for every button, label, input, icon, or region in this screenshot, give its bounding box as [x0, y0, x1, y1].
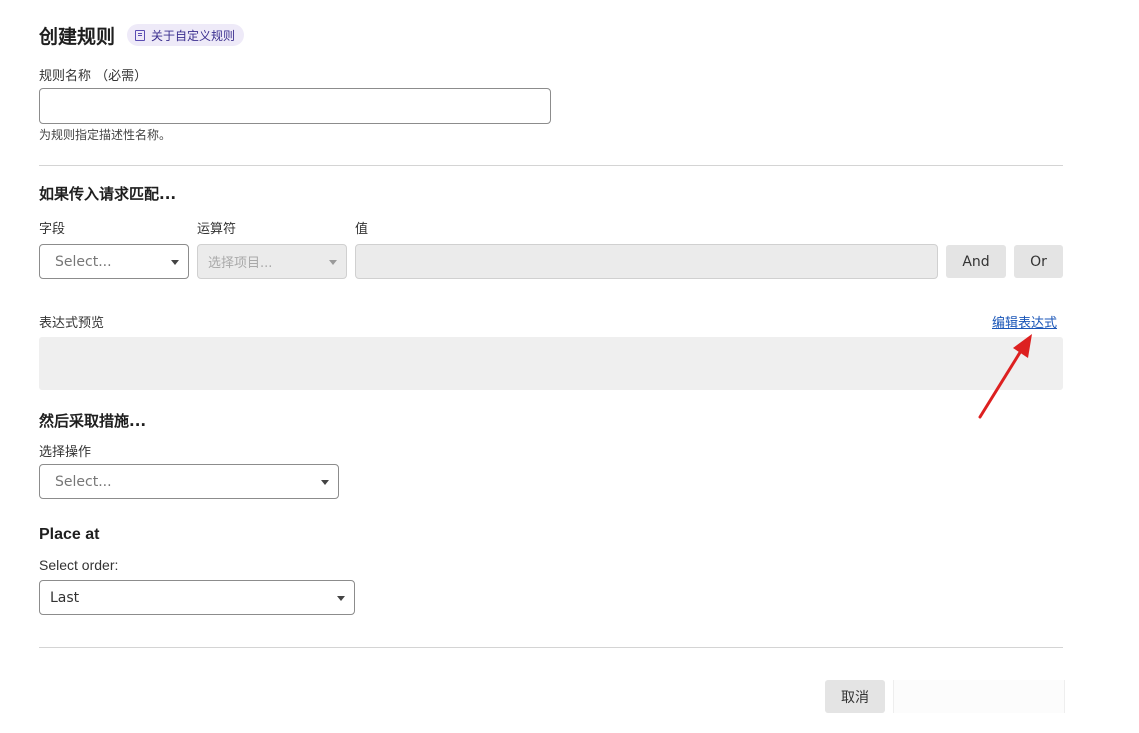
order-select-value: Last [50, 589, 80, 606]
value-label: 值 [355, 222, 369, 237]
divider [39, 165, 1063, 166]
rule-name-label: 规则名称 （必需） [39, 69, 148, 84]
select-order-label: Select order: [39, 557, 119, 573]
book-icon [135, 29, 145, 41]
condition-heading: 如果传入请求匹配... [39, 185, 177, 203]
order-select[interactable]: Last [39, 580, 355, 615]
expression-preview-label: 表达式预览 [39, 316, 105, 331]
field-select-value: Select... [55, 253, 112, 270]
action-select-value: Select... [55, 473, 112, 490]
field-select[interactable]: Select... [39, 244, 189, 279]
chevron-down-icon [321, 479, 329, 485]
operator-select[interactable]: 选择项目... [197, 244, 347, 279]
expression-preview-box [39, 337, 1063, 390]
about-link-label: 关于自定义规则 [151, 28, 236, 43]
or-button[interactable]: Or [1014, 245, 1063, 278]
chevron-down-icon [329, 259, 337, 265]
value-input[interactable] [355, 244, 938, 279]
chevron-down-icon [171, 259, 179, 265]
divider [39, 647, 1063, 648]
deploy-button[interactable] [893, 680, 1065, 713]
cancel-button[interactable]: 取消 [825, 680, 885, 713]
action-label: 选择操作 [39, 445, 92, 460]
operator-label: 运算符 [197, 222, 237, 237]
rule-name-help: 为规则指定描述性名称。 [39, 128, 172, 142]
page-title: 创建规则 [39, 26, 116, 48]
action-heading: 然后采取措施... [39, 412, 147, 430]
rule-name-input[interactable] [39, 88, 551, 124]
chevron-down-icon [337, 595, 345, 601]
edit-expression-link[interactable]: 编辑表达式 [992, 312, 1057, 331]
and-button[interactable]: And [946, 245, 1006, 278]
about-custom-rules-link[interactable]: 关于自定义规则 [127, 24, 245, 46]
annotation-arrow-icon [978, 334, 1032, 419]
place-at-heading: Place at [39, 526, 100, 543]
field-label: 字段 [39, 222, 66, 237]
action-select[interactable]: Select... [39, 464, 339, 499]
operator-select-value: 选择项目... [208, 256, 273, 271]
